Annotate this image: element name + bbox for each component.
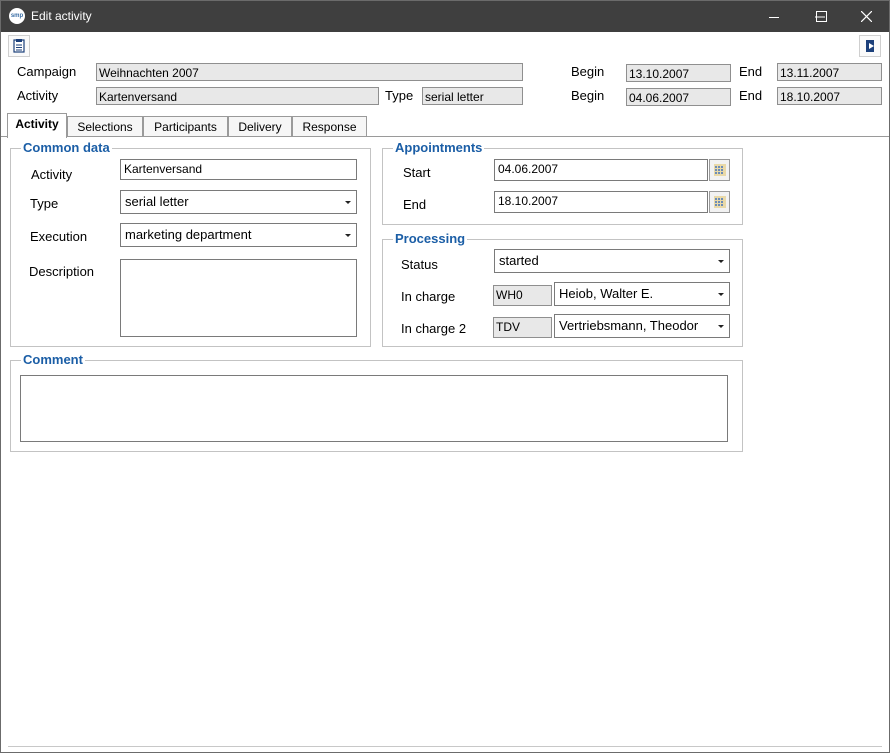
activity-begin-field: 04.06.2007 [626, 88, 731, 106]
common-type-label: Type [30, 196, 59, 211]
exit-icon [866, 40, 874, 52]
start-calendar-button[interactable] [709, 159, 730, 181]
activity-begin-label: Begin [571, 88, 605, 103]
campaign-end-field: 13.11.2007 [777, 63, 882, 81]
chevron-down-icon [718, 293, 724, 296]
common-data-title: Common data [21, 140, 112, 155]
tab-selections[interactable]: Selections [67, 116, 143, 137]
status-label: Status [401, 257, 438, 272]
in-charge-2-label: In charge 2 [401, 321, 467, 336]
maximize-icon [815, 11, 827, 22]
tab-participants[interactable]: Participants [143, 116, 228, 137]
appointments-title: Appointments [393, 140, 485, 155]
common-activity-input[interactable]: Kartenversand [120, 159, 357, 180]
description-textarea[interactable] [120, 259, 357, 337]
start-label: Start [403, 165, 431, 180]
close-icon [860, 11, 872, 22]
common-type-select[interactable]: serial letter [120, 190, 357, 214]
in-charge-code-field: WH0 [493, 285, 552, 306]
campaign-label: Campaign [17, 64, 77, 79]
comment-textarea[interactable] [20, 375, 728, 442]
campaign-begin-field: 13.10.2007 [626, 64, 731, 82]
close-button[interactable] [843, 1, 889, 32]
minimize-icon [769, 16, 779, 18]
end-calendar-button[interactable] [709, 191, 730, 213]
in-charge-2-name: Vertriebsmann, Theodor [559, 318, 699, 333]
comment-title: Comment [21, 352, 85, 367]
activity-end-label: End [739, 88, 763, 103]
edit-activity-window: smp Edit activity Campaign Weihnachten 2… [0, 0, 890, 753]
in-charge-label: In charge [401, 289, 456, 304]
common-activity-label: Activity [31, 167, 73, 182]
end-label: End [403, 197, 427, 212]
chevron-down-icon [718, 260, 724, 263]
status-value: started [499, 253, 539, 268]
type-field: serial letter [422, 87, 523, 105]
in-charge-2-code-field: TDV [493, 317, 552, 338]
activity-label: Activity [17, 88, 59, 103]
maximize-button[interactable] [798, 1, 844, 32]
bottom-divider [8, 746, 882, 747]
tab-delivery[interactable]: Delivery [228, 116, 292, 137]
in-charge-2-select[interactable]: Vertriebsmann, Theodor [554, 314, 730, 338]
start-date-input[interactable]: 04.06.2007 [494, 159, 708, 181]
activity-end-field: 18.10.2007 [777, 87, 882, 105]
chevron-down-icon [718, 325, 724, 328]
in-charge-select[interactable]: Heiob, Walter E. [554, 282, 730, 306]
window-title: Edit activity [31, 9, 92, 23]
campaign-field: Weihnachten 2007 [96, 63, 523, 81]
in-charge-name: Heiob, Walter E. [559, 286, 654, 301]
type-label: Type [385, 88, 414, 103]
processing-title: Processing [393, 231, 468, 246]
chevron-down-icon [345, 201, 351, 204]
description-label: Description [29, 264, 95, 279]
campaign-begin-label: Begin [571, 64, 605, 79]
tab-strip-divider [1, 136, 889, 137]
minimize-button[interactable] [751, 1, 797, 32]
calendar-icon [713, 164, 726, 176]
document-button[interactable] [8, 35, 30, 57]
execution-value: marketing department [125, 227, 252, 242]
document-icon [13, 39, 25, 53]
campaign-end-label: End [739, 64, 763, 79]
end-date-input[interactable]: 18.10.2007 [494, 191, 708, 213]
execution-label: Execution [30, 229, 88, 244]
chevron-down-icon [345, 234, 351, 237]
tab-response[interactable]: Response [292, 116, 367, 137]
execution-select[interactable]: marketing department [120, 223, 357, 247]
tab-activity[interactable]: Activity [7, 113, 67, 138]
activity-field: Kartenversand [96, 87, 379, 105]
exit-button[interactable] [859, 35, 881, 57]
calendar-icon [713, 196, 726, 208]
app-logo: smp [9, 8, 25, 24]
status-select[interactable]: started [494, 249, 730, 273]
common-type-value: serial letter [125, 194, 189, 209]
